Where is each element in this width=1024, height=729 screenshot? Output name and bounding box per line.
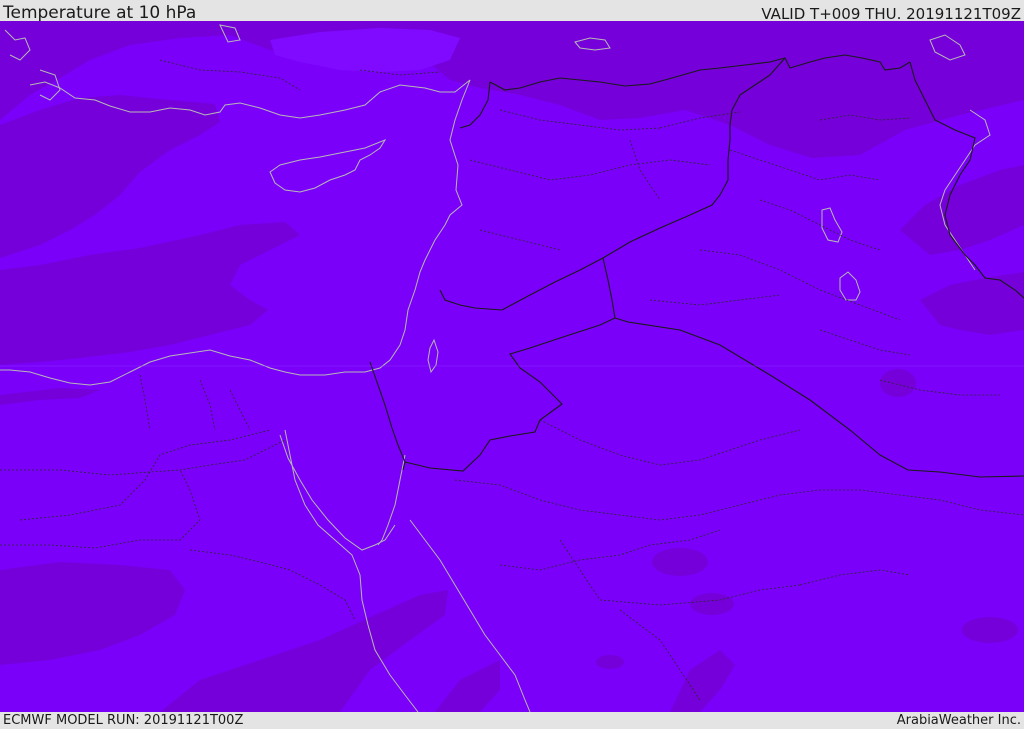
map-figure: Temperature at 10 hPa VALID T+009 THU. 2… — [0, 0, 1024, 729]
blob-dark-3 — [880, 369, 916, 397]
footer-bar: ECMWF MODEL RUN: 20191121T00Z ArabiaWeat… — [0, 712, 1024, 729]
map-title: Temperature at 10 hPa — [3, 3, 197, 23]
map-canvas — [0, 21, 1024, 712]
blob-dark-1 — [652, 548, 708, 576]
credit-label: ArabiaWeather Inc. — [896, 713, 1021, 728]
map-svg — [0, 21, 1024, 712]
blob-dark-4 — [962, 617, 1018, 643]
header-bar: Temperature at 10 hPa VALID T+009 THU. 2… — [0, 0, 1024, 23]
model-run-label: ECMWF MODEL RUN: 20191121T00Z — [3, 713, 244, 728]
blob-dark-2 — [690, 593, 734, 615]
blob-dark-6 — [852, 28, 888, 44]
blob-dark-5 — [596, 655, 624, 669]
